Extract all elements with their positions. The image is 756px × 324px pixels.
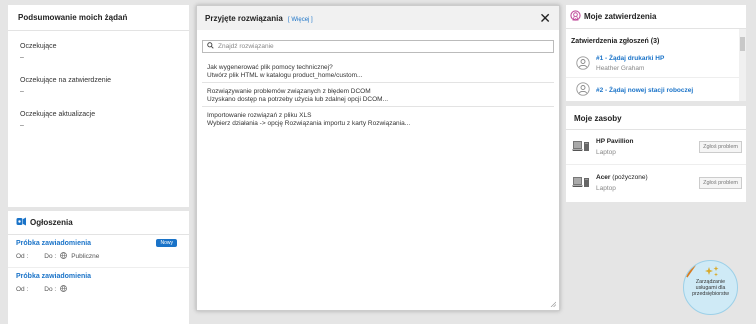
summary-item-pending[interactable]: Oczekujące –	[8, 43, 189, 61]
promo-ribbon	[684, 261, 697, 278]
solution-desc: Uzyskano dostęp na potrzeby użycia lub z…	[207, 96, 389, 103]
modal-title-wrap: Przyjęte rozwiązania [ Więcej ]	[205, 14, 313, 23]
announcement-item[interactable]: Próbka zawiadomienia Nowy Od : Do : Publ…	[8, 235, 189, 268]
assets-header: Moje zasoby	[566, 106, 746, 130]
announcements-panel: Ogłoszenia Próbka zawiadomienia Nowy Od …	[8, 211, 189, 324]
approval-item[interactable]: #1 - Żądaj drukarki HP Heather Graham	[566, 50, 746, 78]
asset-info: HP Pavillion Laptop	[596, 138, 699, 156]
solution-title[interactable]: Importowanie rozwiązań z pliku XLS	[207, 112, 549, 120]
assets-panel: Moje zasoby HP Pavillion Laptop Zgłoś pr…	[566, 106, 746, 202]
approval-item[interactable]: #2 - Żądaj nowej stacji roboczej	[566, 78, 746, 103]
approval-link[interactable]: #2 - Żądaj nowej stacji roboczej	[596, 87, 693, 94]
summary-item-value: –	[20, 122, 24, 129]
solutions-modal: Przyjęte rozwiązania [ Więcej ] ✕ Jak wy…	[196, 5, 560, 311]
asset-name: HP Pavillion	[596, 138, 634, 145]
modal-header: Przyjęte rozwiązania [ Więcej ] ✕	[197, 6, 559, 30]
asset-type: Laptop	[596, 149, 616, 156]
asset-name: Acer (pożyczone)	[596, 173, 648, 181]
assets-title: Moje zasoby	[574, 114, 622, 123]
sparkle-icon	[704, 266, 720, 280]
summary-item-label: Oczekujące aktualizacje	[20, 111, 96, 118]
search-input[interactable]	[218, 43, 549, 50]
globe-icon	[60, 252, 68, 261]
solution-desc: Utwórz plik HTML w katalogu product_home…	[207, 72, 363, 79]
resize-handle-icon[interactable]	[550, 301, 557, 308]
asset-item[interactable]: Acer (pożyczone) Laptop Zgłoś problem	[566, 165, 746, 200]
laptop-icon	[572, 140, 590, 154]
user-avatar-icon	[576, 82, 590, 98]
asset-info: Acer (pożyczone) Laptop	[596, 174, 699, 192]
summary-item-awaiting-approval[interactable]: Oczekujące na zatwierdzenie –	[8, 77, 189, 95]
approvals-subheader: Zatwierdzenia zgłoszeń (3)	[571, 38, 660, 45]
promo-bubble[interactable]: Zarządzanie usługami dla przedsiębiorstw	[683, 260, 738, 315]
solution-item[interactable]: Importowanie rozwiązań z pliku XLS Wybie…	[202, 107, 554, 131]
announcement-meta: Od : Do :	[16, 285, 181, 294]
summary-item-value: –	[20, 54, 24, 61]
new-badge: Nowy	[156, 239, 177, 247]
announcement-title[interactable]: Próbka zawiadomienia	[16, 273, 181, 280]
solution-title[interactable]: Rozwiązywanie problemów związanych z błę…	[207, 88, 549, 96]
globe-icon	[60, 285, 68, 294]
summary-item-label: Oczekujące	[20, 43, 57, 50]
to-label: Do :	[44, 286, 57, 293]
approval-badge-icon	[570, 10, 581, 23]
report-problem-button[interactable]: Zgłoś problem	[699, 141, 742, 153]
approvals-title: Moje zatwierdzenia	[584, 12, 657, 21]
summary-header: Podsumowanie moich żądań	[8, 5, 189, 31]
asset-type: Laptop	[596, 184, 616, 192]
announcements-title: Ogłoszenia	[30, 218, 73, 227]
approvals-header: Moje zatwierdzenia	[566, 5, 746, 29]
summary-item-awaiting-updates[interactable]: Oczekujące aktualizacje –	[8, 111, 189, 129]
visibility-label: Publiczne	[71, 253, 100, 260]
report-problem-button[interactable]: Zgłoś problem	[699, 176, 742, 189]
asset-item[interactable]: HP Pavillion Laptop Zgłoś problem	[566, 130, 746, 165]
approval-link[interactable]: #1 - Żądaj drukarki HP	[596, 55, 664, 62]
summary-item-label: Oczekujące na zatwierdzenie	[20, 77, 112, 84]
approvals-scrollbar[interactable]	[739, 29, 746, 101]
announcements-header: Ogłoszenia	[8, 211, 189, 235]
laptop-icon	[572, 176, 590, 190]
more-link[interactable]: [ Więcej ]	[288, 17, 313, 23]
megaphone-icon	[16, 217, 27, 229]
from-label: Od :	[16, 286, 29, 293]
solution-item[interactable]: Jak wygenerować plik pomocy technicznej?…	[202, 59, 554, 83]
solution-desc: Wybierz działania -> opcję Rozwiązania i…	[207, 120, 411, 127]
user-avatar-icon	[576, 55, 590, 72]
solution-title[interactable]: Jak wygenerować plik pomocy technicznej?	[207, 64, 549, 72]
from-label: Od :	[16, 253, 29, 260]
solution-item[interactable]: Rozwiązywanie problemów związanych z błę…	[202, 83, 554, 107]
to-label: Do :	[44, 253, 57, 260]
scrollbar-thumb[interactable]	[740, 37, 745, 51]
approvals-panel: Moje zatwierdzenia Zatwierdzenia zgłosze…	[566, 5, 746, 101]
summary-item-value: –	[20, 88, 24, 95]
requests-summary-panel: Podsumowanie moich żądań Oczekujące – Oc…	[8, 5, 189, 207]
summary-title: Podsumowanie moich żądań	[18, 13, 128, 22]
solution-search-box[interactable]	[202, 40, 554, 53]
close-icon[interactable]: ✕	[539, 11, 551, 25]
modal-title: Przyjęte rozwiązania	[205, 13, 283, 23]
announcement-meta: Od : Do : Publiczne	[16, 252, 181, 261]
announcement-item[interactable]: Próbka zawiadomienia Od : Do :	[8, 268, 189, 300]
search-icon	[207, 42, 214, 51]
promo-text: Zarządzanie usługami dla przedsiębiorstw	[692, 279, 729, 297]
approval-requester: Heather Graham	[596, 65, 645, 72]
